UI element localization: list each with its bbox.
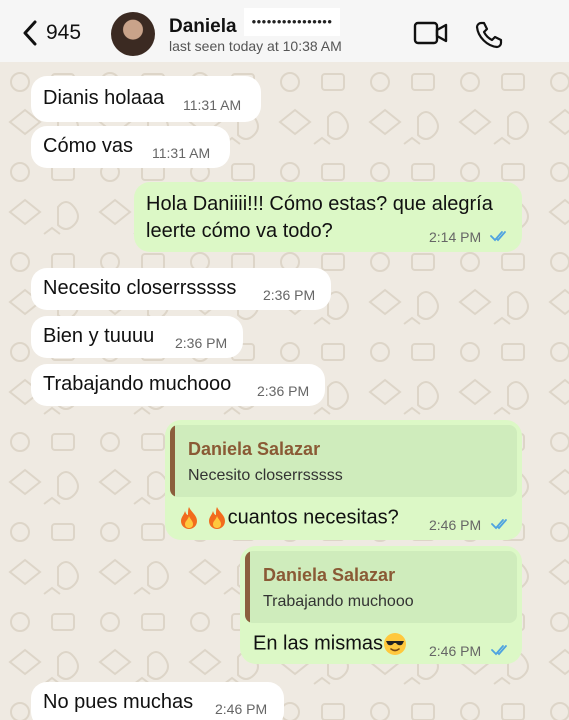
message-bubble-incoming[interactable]: Bien y tuuuu 2:36 PM [31, 316, 243, 358]
message-time: 2:36 PM [175, 335, 228, 351]
message-bubble-outgoing-reply[interactable]: Daniela Salazar Necesito closerrsssss cu… [165, 420, 522, 540]
message-text: Bien y tuuuu [43, 325, 155, 347]
quoted-author: Daniela Salazar [188, 439, 321, 459]
redacted-name-block: •••••••••••••••• [244, 8, 340, 36]
message-bubble-incoming[interactable]: Trabajando muchooo 2:36 PM [31, 364, 325, 406]
sunglasses-face-emoji [384, 633, 407, 655]
message-text: cuantos necesitas? [178, 506, 399, 530]
message-time: 11:31 AM [152, 145, 211, 161]
message-time: 2:14 PM [429, 229, 482, 245]
quoted-message[interactable]: Daniela Salazar Trabajando muchooo [245, 551, 517, 623]
message-text: Trabajando muchooo [43, 373, 232, 395]
phone-icon[interactable] [474, 20, 504, 50]
message-time: 2:46 PM [429, 643, 482, 659]
read-ticks-icon [490, 231, 506, 242]
quoted-text: Trabajando muchooo [263, 593, 414, 610]
chevron-left-icon [23, 20, 37, 46]
message-time: 2:46 PM [429, 517, 482, 533]
message-bubble-incoming[interactable]: Cómo vas 11:31 AM [31, 126, 230, 168]
last-seen-status: last seen today at 10:38 AM [169, 38, 342, 54]
fire-emoji [181, 507, 197, 529]
quote-bar [245, 551, 250, 623]
avatar[interactable] [111, 12, 155, 56]
message-text-line2: leerte cómo va todo? [146, 220, 333, 242]
contact-name[interactable]: Daniela [169, 16, 237, 38]
unread-count: 945 [46, 21, 82, 44]
quote-bar [170, 425, 175, 497]
quoted-text: Necesito closerrsssss [188, 467, 343, 484]
message-text-body: En las mismas [253, 632, 384, 655]
message-time: 11:31 AM [183, 97, 242, 113]
message-text: No pues muchas [43, 691, 194, 713]
chat-header: 945 Daniela •••••••••••••••• last seen t… [0, 0, 569, 62]
message-time: 2:36 PM [263, 287, 316, 303]
quoted-message[interactable]: Daniela Salazar Necesito closerrsssss [170, 425, 517, 497]
message-bubble-incoming[interactable]: Dianis holaaa 11:31 AM [31, 76, 261, 122]
back-button[interactable]: 945 [22, 18, 81, 48]
message-text: Cómo vas [43, 135, 134, 157]
video-call-icon[interactable] [413, 20, 449, 46]
message-text: Necesito closerrsssss [43, 277, 237, 299]
message-bubble-outgoing[interactable]: Hola Daniiii!!! Cómo estas? que alegría … [134, 182, 522, 252]
read-ticks-icon [491, 519, 507, 530]
quoted-author: Daniela Salazar [263, 565, 396, 585]
fire-emoji [208, 507, 225, 529]
message-bubble-incoming[interactable]: Necesito closerrsssss 2:36 PM [31, 268, 331, 310]
message-time: 2:46 PM [215, 701, 268, 717]
message-text: Dianis holaaa [43, 87, 165, 109]
message-text-body: cuantos necesitas? [227, 506, 399, 529]
read-ticks-icon [491, 645, 507, 656]
message-bubble-outgoing-reply[interactable]: Daniela Salazar Trabajando muchooo En la… [240, 546, 522, 664]
message-text: En las mismas [253, 632, 407, 656]
message-time: 2:36 PM [257, 383, 310, 399]
message-text-line1: Hola Daniiii!!! Cómo estas? que alegría [146, 193, 493, 215]
message-list[interactable]: Dianis holaaa 11:31 AM Cómo vas 11:31 AM… [0, 62, 569, 720]
message-bubble-incoming[interactable]: No pues muchas 2:46 PM [31, 682, 284, 720]
